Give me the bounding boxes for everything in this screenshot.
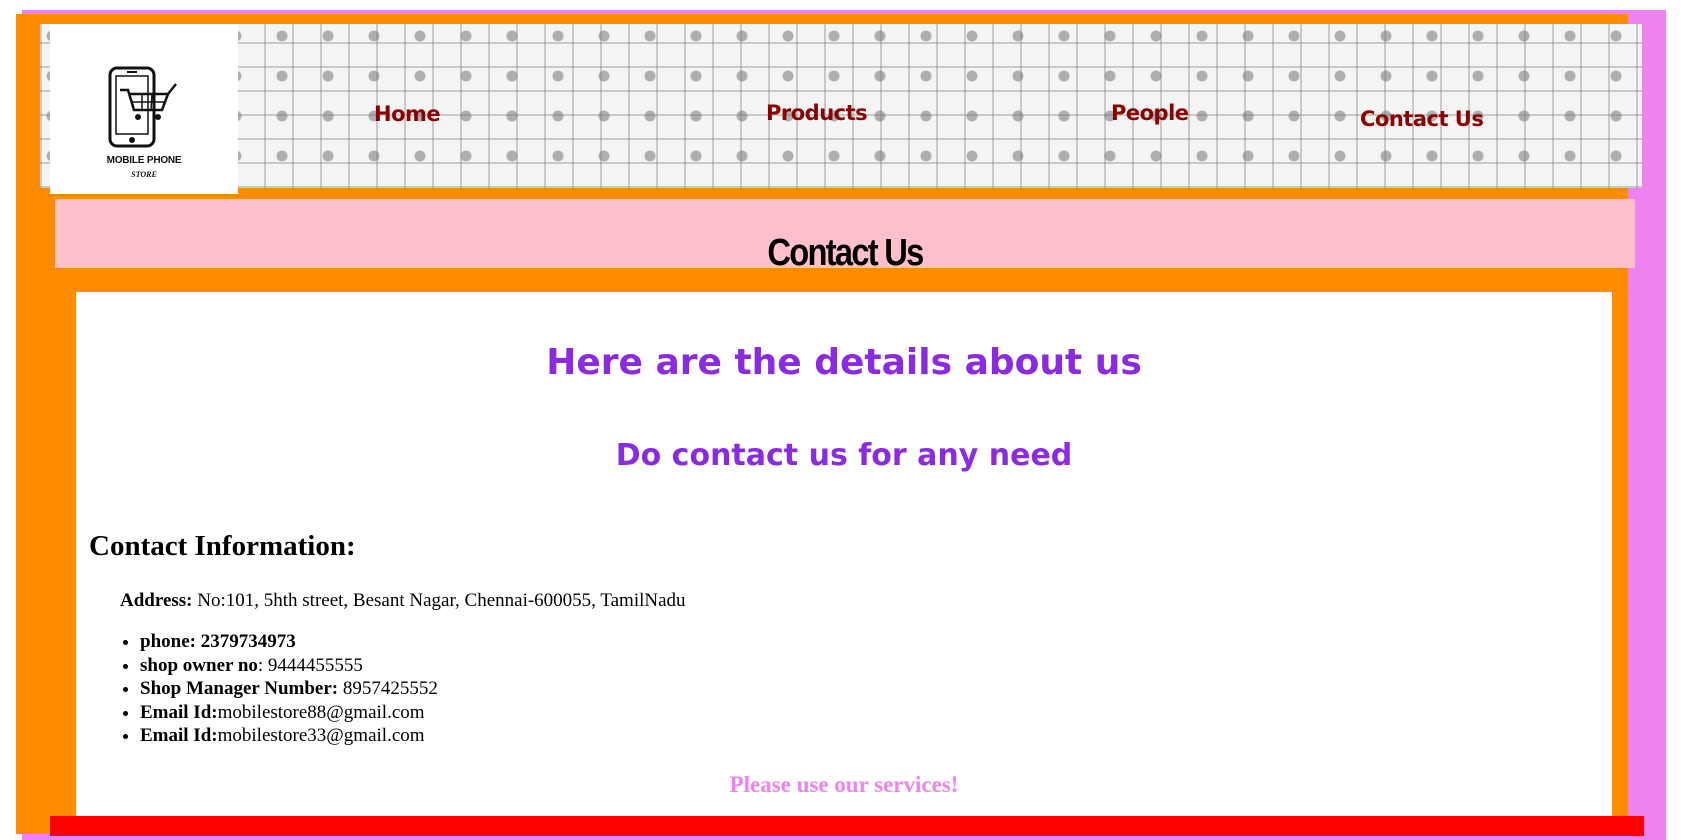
logo-text: MOBILE PHONE — [106, 155, 182, 166]
list-item: shop owner no: 9444455555 — [140, 654, 438, 678]
manager-value: 8957425552 — [338, 678, 438, 699]
main-heading: Here are the details about us — [546, 342, 1142, 383]
email-label: Email Id: — [140, 701, 218, 723]
owner-label: shop owner no — [140, 654, 258, 676]
manager-label: Shop Manager Number: — [140, 678, 339, 699]
email-value: mobilestore33@gmail.com — [217, 725, 425, 746]
footer-note: Please use our services! — [729, 772, 959, 797]
main-content: Here are the details about us Do contact… — [76, 292, 1612, 832]
list-item: Shop Manager Number: 8957425552 — [140, 677, 438, 701]
logo[interactable]: MOBILE PHONE STORE — [50, 24, 238, 194]
phone-label: phone: 2379734973 — [140, 631, 296, 652]
section-title: Contact Information: — [89, 530, 356, 562]
logo-subtext: STORE — [131, 170, 157, 179]
owner-value: : 9444455555 — [257, 654, 363, 676]
title-bar: Contact Us — [55, 199, 1635, 274]
nav-people[interactable]: People — [1111, 101, 1189, 125]
contact-list: phone: 2379734973 shop owner no: 9444455… — [120, 630, 438, 748]
nav-contact-us[interactable]: Contact Us — [1360, 107, 1484, 131]
list-item: Email Id:mobilestore33@gmail.com — [140, 724, 438, 748]
list-item: Email Id:mobilestore88@gmail.com — [140, 701, 438, 725]
page-title: Contact Us — [767, 232, 924, 274]
list-item: phone: 2379734973 — [140, 630, 438, 654]
phone-cart-icon — [108, 66, 177, 148]
address-line: Address: No:101, 5hth street, Besant Nag… — [120, 590, 686, 612]
email-label: Email Id: — [140, 725, 218, 746]
sub-heading: Do contact us for any need — [615, 438, 1073, 473]
email-value: mobilestore88@gmail.com — [217, 701, 425, 723]
footer-bar — [50, 816, 1644, 836]
address-label: Address: — [120, 590, 193, 611]
header-banner: Home Products People Contact Us — [40, 24, 1642, 188]
nav-products[interactable]: Products — [766, 101, 868, 125]
nav-home[interactable]: Home — [374, 102, 441, 126]
address-value: No:101, 5hth street, Besant Nagar, Chenn… — [192, 590, 686, 611]
